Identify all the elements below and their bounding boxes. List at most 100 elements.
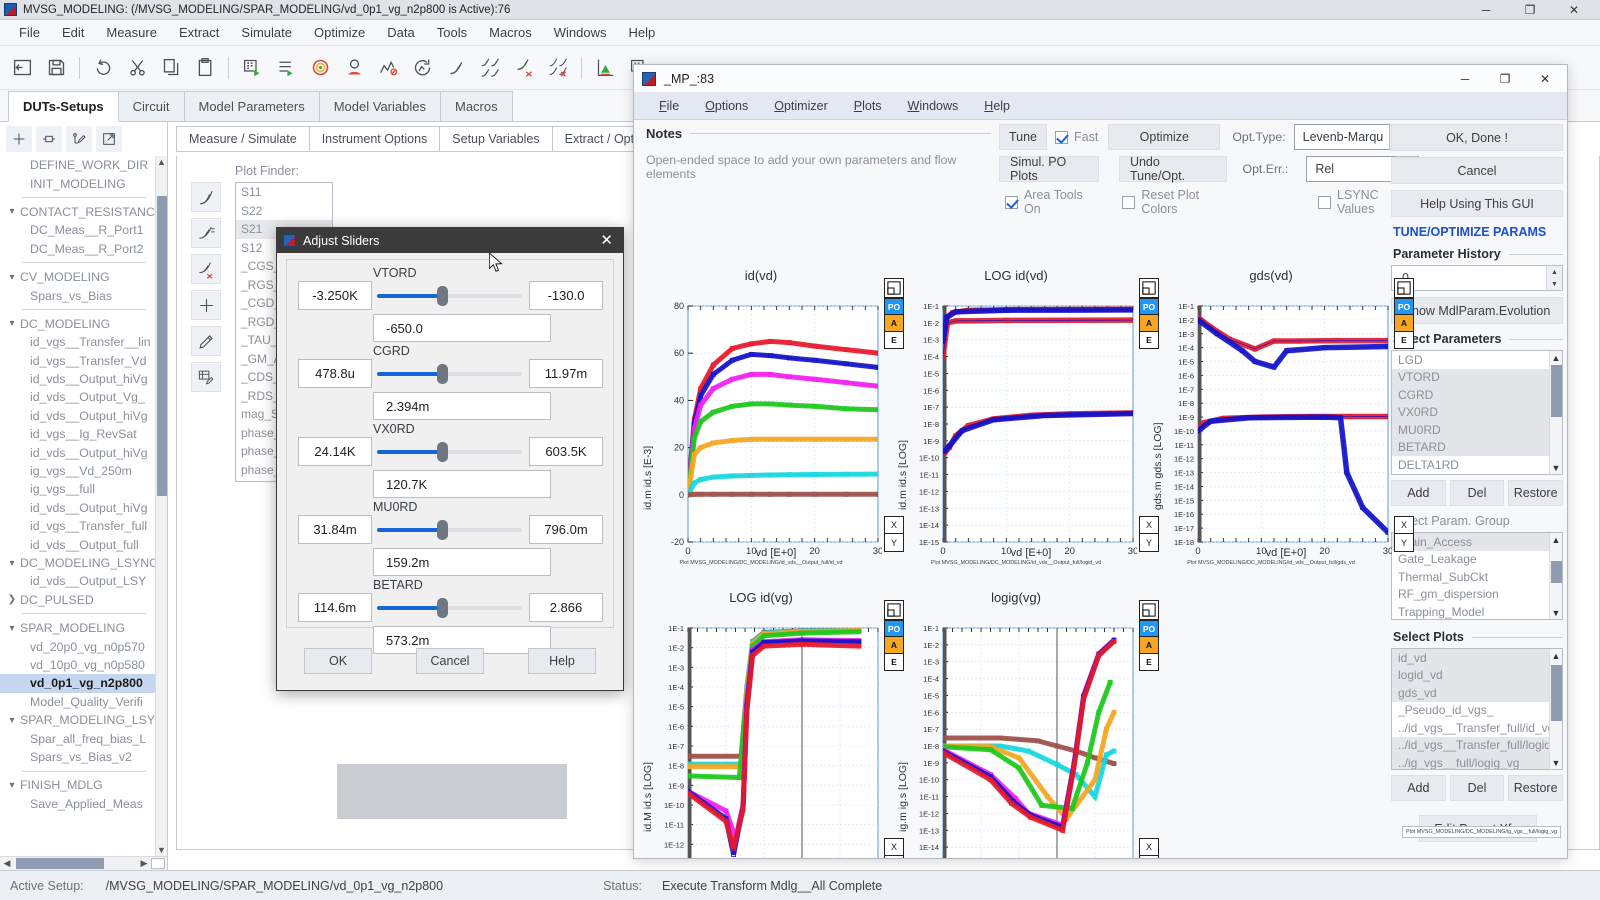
tree-item[interactable]: ig_vgs__full [0,480,155,498]
slider-min-field[interactable]: 24.14K [298,437,372,466]
plot-canvas-gds_vd[interactable]: 1E-1 1E-2 1E-3 1E-4 1E-5 1E-6 1E-7 1E-8 1E-9 1E-1… [1150,286,1393,558]
tree-item[interactable]: id_vds__Output_hiVg [0,407,155,425]
area-tools-checkbox[interactable]: Area Tools On [1005,188,1102,216]
menu-item-help[interactable]: Help [617,22,666,43]
plot-list-item[interactable]: ../id_vgs__Transfer_full/id_vg [1392,719,1562,737]
tree-item[interactable]: id_vds__Output_LSY [0,572,155,590]
fast-checkbox[interactable]: Fast [1055,130,1098,144]
resize-grip[interactable] [151,858,165,869]
menu-item-macros[interactable]: Macros [478,22,543,43]
menu-item-file[interactable]: File [8,22,51,43]
mp-maximize-button[interactable]: ❐ [1485,66,1525,92]
tree-item[interactable]: Spar_all_freq_bias_L [0,729,155,747]
table-edit-icon[interactable] [191,362,221,392]
tree-item[interactable]: id_vds__Output_hiVg [0,499,155,517]
tree-item[interactable]: ▾ DC_MODELING [0,315,155,333]
tree-horizontal-scrollbar[interactable]: ◀ ▶ [0,856,167,870]
menu-item-data[interactable]: Data [376,22,425,43]
scroll-down-icon[interactable]: ▼ [156,844,167,856]
scroll-right-icon[interactable]: ▶ [137,858,151,869]
setup-tab-measure-simulate[interactable]: Measure / Simulate [176,126,310,152]
sliders-dialog-close-icon[interactable]: ✕ [596,233,617,248]
slider-knob[interactable] [437,520,449,540]
plot-list-item[interactable]: gds_vd [1392,684,1562,702]
tree-item[interactable]: id_vgs__Transfer__lin [0,333,155,351]
parameter-history-stepper[interactable]: 0 ▲ ▼ [1391,265,1563,291]
plot-po-button[interactable]: PO [1139,620,1159,637]
slider-track[interactable] [377,364,522,384]
slider-value-field[interactable]: 2.394m [373,392,551,420]
curves-delete-icon[interactable] [508,52,540,84]
chevron-down-icon[interactable]: ▾ [4,558,20,569]
param-group-list-item[interactable]: RF_gm_dispersion [1392,586,1562,604]
plot-add-button[interactable]: Add [1391,775,1446,801]
plot-list-item[interactable]: _Pseudo_id_vgs_ [1392,702,1562,720]
group-scroll-down-icon[interactable]: ▼ [1550,606,1562,619]
plot-logig_vg[interactable]: logig(vg) 1E-1 1E-2 1E-3 1E-4 1E-5 1E-6 1E-7 1E-… [895,590,1159,858]
histogram-icon[interactable] [589,52,621,84]
parameter-list-item[interactable]: DELTA1RD [1392,456,1562,474]
plots-listbox[interactable]: id_vd logid_vd gds_vd _Pseudo_id_vgs_ ../id_… [1391,648,1563,770]
slider-min-field[interactable]: -3.250K [298,281,372,310]
plot-a-button[interactable]: A [1394,315,1414,332]
slider-value-field[interactable]: 120.7K [373,470,551,498]
tree-item[interactable]: DC_Meas__R_Port1 [0,221,155,239]
save-icon[interactable] [40,52,72,84]
plot-restore-icon[interactable] [1394,278,1414,298]
plots-scrollbar[interactable]: ▲ ▼ [1549,649,1562,769]
run-setup-icon[interactable] [236,52,268,84]
chevron-down-icon[interactable]: ▾ [4,272,20,283]
tree-item-selected[interactable]: vd_0p1_vg_n2p800 [0,674,155,693]
mp-minimize-button[interactable]: ─ [1445,66,1485,92]
edit-icon[interactable] [191,326,221,356]
plot-zero-icon[interactable] [372,52,404,84]
tree-item[interactable]: ig_vgs__Vd_250m [0,462,155,480]
plot-curves-icon[interactable] [191,182,221,212]
params-scroll-thumb[interactable] [1551,365,1562,417]
undo-tune-opt-button[interactable]: Undo Tune/Opt. [1118,155,1227,183]
tree-item[interactable]: ▾ CV_MODELING [0,268,155,286]
slider-value-field[interactable]: -650.0 [373,314,551,342]
optimize-button[interactable]: Optimize [1108,124,1221,150]
menu-item-extract[interactable]: Extract [168,22,230,43]
insert-node-icon[interactable] [36,126,62,152]
stepper-down-icon[interactable]: ▼ [1547,278,1562,290]
slider-value-field[interactable]: 159.2m [373,548,551,576]
stepper-buttons[interactable]: ▲ ▼ [1546,266,1562,290]
plot-y-axis-button[interactable]: Y [1139,856,1159,858]
lsync-values-checkbox-box[interactable] [1318,195,1332,209]
parameters-listbox[interactable]: LGD VTORD CGRD VX0RD MU0RD BETARD DELTA1RD ▲ ▼ [1391,350,1563,475]
plot-canvas-logid_vg[interactable]: 1E-1 1E-2 1E-3 1E-4 1E-5 1E-6 1E-7 1E-8 1E-9 1E-1… [640,608,882,858]
param-add-button[interactable]: Add [1391,480,1446,506]
slider-track[interactable] [377,442,522,462]
tree-item[interactable]: id_vds__Output_hiVg [0,370,155,388]
plot-canvas-id_vd[interactable]: 806040200-200 10 20 30 [640,286,883,558]
tree-item[interactable]: ▾ DC_MODELING_LSYNC [0,554,155,572]
plot-restore-button[interactable]: Restore [1508,775,1564,801]
dut-setup-tree[interactable]: DEFINE_WORK_DIR INIT_MODELING ▾ CONTACT_RES… [0,156,155,856]
area-tools-checkbox-box[interactable] [1005,195,1018,209]
stepper-up-icon[interactable]: ▲ [1547,266,1562,278]
mp-close-button[interactable]: ✕ [1525,66,1565,92]
plus-icon[interactable] [6,126,32,152]
mp-menu-item-file[interactable]: File [646,97,692,115]
parameter-list-item[interactable]: LGD [1392,351,1562,369]
recalculate-icon[interactable] [406,52,438,84]
plot-x-axis-button[interactable]: X [1394,516,1414,534]
tab-model-parameters[interactable]: Model Parameters [183,91,320,121]
help-using-gui-button[interactable]: Help Using This GUI [1391,190,1563,217]
group-scroll-thumb[interactable] [1551,561,1562,583]
plot-po-button[interactable]: PO [1394,298,1414,315]
slider-max-field[interactable]: 796.0m [529,515,603,544]
slider-max-field[interactable]: 11.97m [529,359,603,388]
run-list-icon[interactable] [270,52,302,84]
mp-menu-item-options[interactable]: Options [692,97,761,115]
tree-item[interactable]: id_vds__Output_hiVg [0,443,155,461]
tree-item[interactable]: DC_Meas__R_Port2 [0,240,155,258]
slider-knob[interactable] [437,286,449,306]
reset-plot-colors-checkbox[interactable]: Reset Plot Colors [1122,188,1238,216]
mp-menu-item-help[interactable]: Help [971,97,1023,115]
slider-track[interactable] [377,286,522,306]
maximize-button[interactable]: ❐ [1508,0,1552,20]
cancel-button[interactable]: Cancel [1391,157,1563,184]
